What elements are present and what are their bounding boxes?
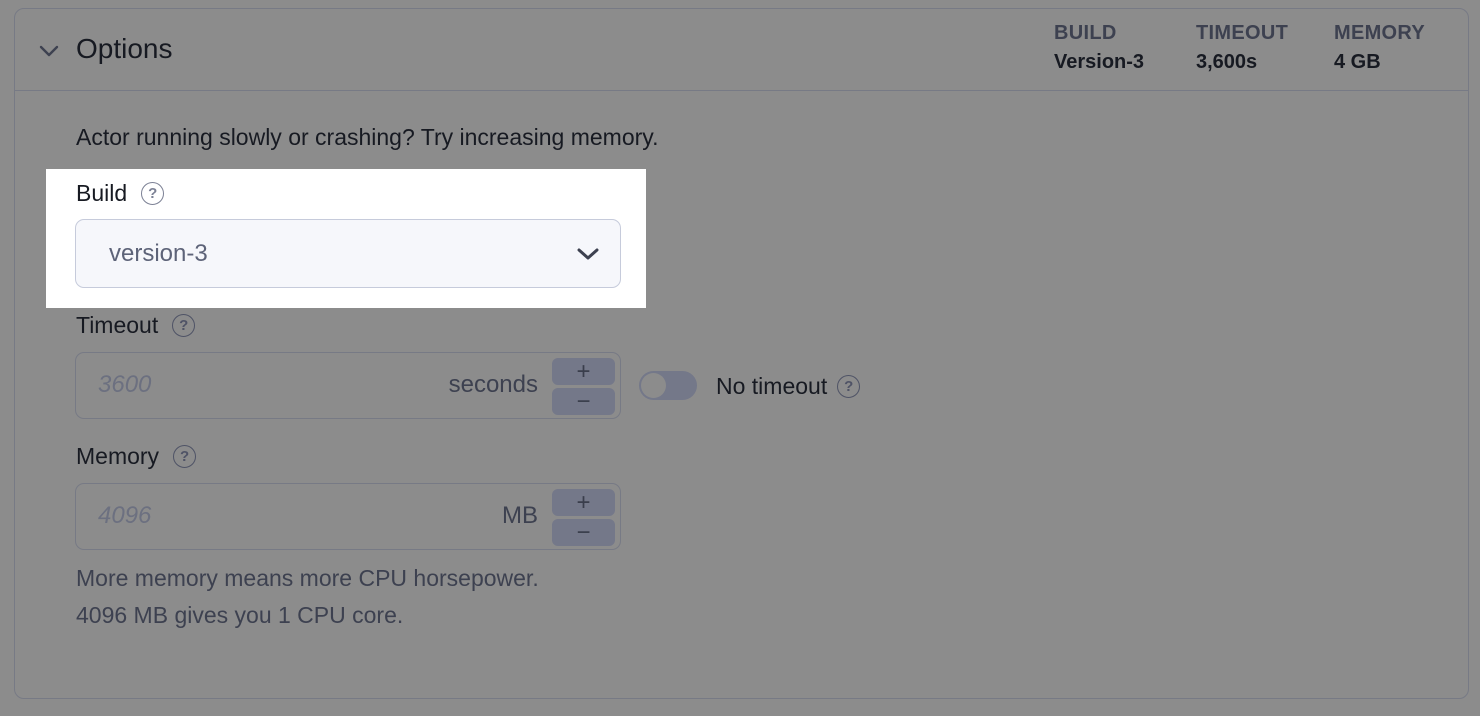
no-timeout-toggle[interactable] (639, 371, 697, 400)
memory-note-line2: 4096 MB gives you 1 CPU core. (76, 602, 404, 628)
memory-note-line1: More memory means more CPU horsepower. (76, 565, 539, 591)
memory-decrement-button[interactable]: − (552, 519, 615, 546)
chevron-down-icon (577, 248, 599, 260)
memory-placeholder: 4096 (98, 502, 152, 529)
question-circle-icon[interactable]: ? (173, 445, 197, 468)
memory-unit: MB (502, 502, 538, 529)
timeout-label-row: Timeout ? (76, 312, 196, 339)
timeout-input[interactable]: 3600 seconds + − (75, 352, 621, 419)
memory-label: Memory (76, 443, 160, 469)
summary-build-value: Version-3 (1054, 51, 1145, 73)
summary-memory-value: 4 GB (1334, 51, 1381, 73)
summary-build: BUILD Version-3 (1054, 22, 1144, 74)
no-timeout-label: No timeout (716, 373, 828, 399)
memory-increment-button[interactable]: + (552, 489, 615, 516)
toggle-knob (641, 373, 666, 398)
summary-build-key: BUILD (1054, 22, 1117, 44)
build-select[interactable]: version-3 (75, 219, 621, 288)
chevron-down-icon[interactable] (37, 39, 61, 63)
build-label: Build (76, 180, 128, 206)
memory-input[interactable]: 4096 MB + − (75, 483, 621, 550)
memory-stepper: + − (552, 489, 615, 546)
summary-memory-key: MEMORY (1334, 22, 1426, 44)
question-circle-icon[interactable]: ? (141, 182, 165, 205)
memory-label-row: Memory ? (76, 443, 197, 470)
no-timeout-label-row: No timeout ? (716, 373, 861, 400)
build-select-value: version-3 (109, 240, 208, 267)
question-circle-icon[interactable]: ? (837, 375, 861, 398)
timeout-unit: seconds (448, 371, 538, 398)
summary-timeout-value: 3,600s (1196, 51, 1258, 73)
summary-timeout: TIMEOUT 3,600s (1196, 22, 1288, 74)
timeout-decrement-button[interactable]: − (552, 388, 615, 415)
timeout-label: Timeout (76, 312, 159, 338)
timeout-stepper: + − (552, 358, 615, 415)
memory-hint: Actor running slowly or crashing? Try in… (76, 124, 659, 150)
question-circle-icon[interactable]: ? (172, 314, 196, 337)
timeout-placeholder: 3600 (98, 371, 152, 398)
build-label-row: Build ? (76, 180, 165, 207)
summary-memory: MEMORY 4 GB (1334, 22, 1425, 74)
options-header[interactable]: Options BUILD Version-3 TIMEOUT 3,600s M… (15, 9, 1468, 91)
timeout-increment-button[interactable]: + (552, 358, 615, 385)
options-title: Options (76, 33, 173, 64)
summary-timeout-key: TIMEOUT (1196, 22, 1289, 44)
